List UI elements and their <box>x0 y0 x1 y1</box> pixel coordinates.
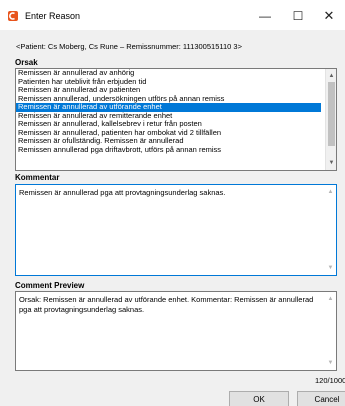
orsak-listbox[interactable]: Remissen är annullerad av anhörig Patient… <box>15 68 337 171</box>
chevron-up-icon[interactable]: ▲ <box>325 294 336 304</box>
kommentar-textarea[interactable]: Remissen är annullerad pga att provtagni… <box>15 184 337 276</box>
comment-preview-text: Orsak: Remissen är annullerad av utföran… <box>19 295 316 314</box>
title-bar[interactable]: Enter Reason — ☐ ✕ <box>0 0 345 30</box>
chevron-down-icon[interactable]: ▼ <box>325 358 336 368</box>
list-item[interactable]: Remissen är annullerad av patienten <box>16 86 321 95</box>
list-item[interactable]: Remissen är annullerad av remitterande e… <box>16 112 321 121</box>
chevron-up-icon[interactable]: ▲ <box>326 71 336 81</box>
app-icon <box>8 11 18 21</box>
kommentar-label: Kommentar <box>15 173 60 182</box>
kommentar-scrollbar[interactable]: ▲ ▼ <box>325 185 336 275</box>
list-item[interactable]: Remissen annullerad pga driftavbrott, ut… <box>16 146 321 155</box>
kommentar-text[interactable]: Remissen är annullerad pga att provtagni… <box>16 185 322 201</box>
comment-preview-label: Comment Preview <box>15 281 85 290</box>
scrollbar-thumb[interactable] <box>328 82 335 146</box>
cancel-button[interactable]: Cancel <box>297 391 345 406</box>
list-item[interactable]: Remissen är annullerad, kallelsebrev i r… <box>16 120 321 129</box>
character-counter: 120/1000 <box>315 376 345 385</box>
list-item[interactable]: Patienten har uteblivit från erbjuden ti… <box>16 78 321 87</box>
maximize-button[interactable]: ☐ <box>284 6 312 26</box>
ok-button[interactable]: OK <box>229 391 289 406</box>
list-item[interactable]: Remissen är annullerad, patienten har om… <box>16 129 321 138</box>
list-item[interactable]: Remissen är annullerad av utförande enhe… <box>16 103 321 112</box>
list-item[interactable]: Remissen är ofullständig. Remissen är an… <box>16 137 321 146</box>
chevron-up-icon[interactable]: ▲ <box>325 187 336 197</box>
preview-scrollbar[interactable]: ▲ ▼ <box>325 292 336 370</box>
list-item[interactable]: Remissen är annullerad av anhörig <box>16 69 321 78</box>
close-button[interactable]: ✕ <box>315 6 343 26</box>
comment-preview-box[interactable]: Orsak: Remissen är annullerad av utföran… <box>15 291 337 371</box>
orsak-list: Remissen är annullerad av anhörig Patient… <box>16 69 336 154</box>
chevron-down-icon[interactable]: ▼ <box>325 263 336 273</box>
chevron-down-icon[interactable]: ▼ <box>326 158 336 168</box>
window-title: Enter Reason <box>25 11 81 21</box>
orsak-label: Orsak <box>15 58 38 67</box>
list-item[interactable]: Remissen annullerad, undersökningen utfö… <box>16 95 321 104</box>
patient-info: <Patient: Cs Moberg, Cs Rune – Remissnum… <box>16 42 242 51</box>
minimize-button[interactable]: — <box>251 6 279 26</box>
orsak-scrollbar[interactable]: ▲ ▼ <box>325 69 336 170</box>
